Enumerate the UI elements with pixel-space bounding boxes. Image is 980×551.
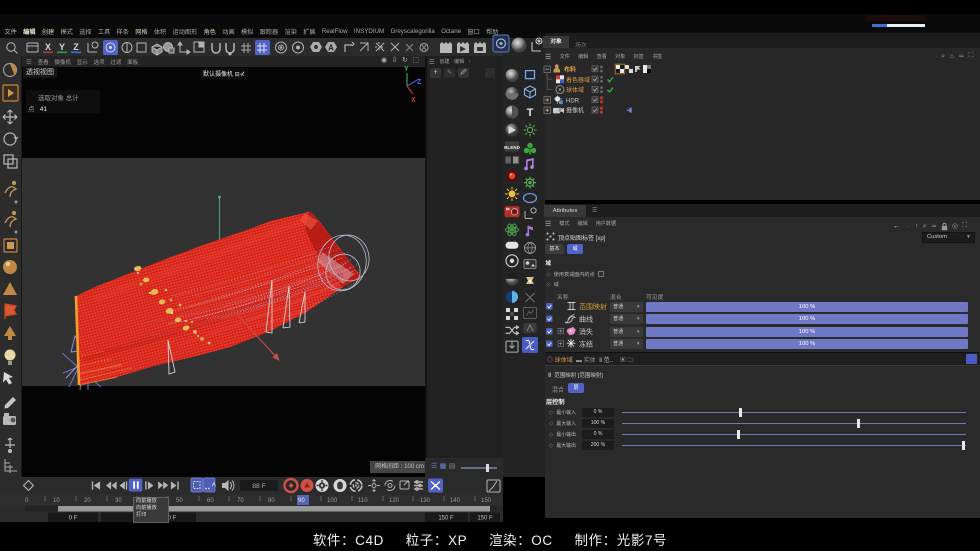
svg-text:Y: Y: [59, 42, 65, 52]
svg-text:X: X: [45, 42, 51, 52]
svg-text:范围映射: 范围映射: [579, 302, 607, 311]
svg-text:Z: Z: [73, 42, 79, 52]
svg-text:冻结: 冻结: [579, 340, 593, 349]
svg-text:着色器域: 着色器域: [566, 76, 590, 84]
svg-text:摄像机: 摄像机: [566, 107, 584, 115]
svg-text:20: 20: [84, 498, 91, 504]
svg-text:消失: 消失: [579, 327, 593, 336]
svg-text:150 F: 150 F: [438, 516, 454, 522]
svg-text:BLEND: BLEND: [504, 145, 521, 150]
svg-text:110: 110: [358, 498, 368, 504]
svg-text:140: 140: [450, 498, 461, 504]
svg-text:88 F: 88 F: [252, 483, 266, 490]
svg-text:130: 130: [420, 498, 431, 504]
svg-text:80: 80: [268, 498, 275, 504]
svg-text:布料: 布料: [563, 66, 576, 74]
svg-text:30: 30: [115, 498, 122, 504]
svg-text:150: 150: [481, 498, 492, 504]
svg-text:90: 90: [298, 498, 305, 504]
svg-text:120: 120: [389, 498, 400, 504]
svg-text:A: A: [328, 44, 334, 53]
svg-text:球体域: 球体域: [566, 86, 584, 94]
svg-text:HDR: HDR: [566, 98, 580, 104]
svg-text:150 F: 150 F: [477, 516, 493, 522]
svg-text:T: T: [527, 107, 534, 119]
svg-text:0 F: 0 F: [69, 516, 78, 522]
svg-text:A: A: [212, 483, 216, 489]
svg-text:50: 50: [176, 498, 183, 504]
svg-text:X: X: [411, 97, 416, 104]
svg-text:0 F: 0 F: [168, 516, 177, 522]
svg-text:Y: Y: [404, 66, 409, 73]
svg-text:曲线: 曲线: [579, 315, 593, 324]
svg-text:100: 100: [327, 498, 338, 504]
svg-text:60: 60: [207, 498, 214, 504]
svg-text:70: 70: [237, 498, 244, 504]
svg-text:10: 10: [53, 498, 60, 504]
svg-text:Z: Z: [417, 79, 422, 86]
